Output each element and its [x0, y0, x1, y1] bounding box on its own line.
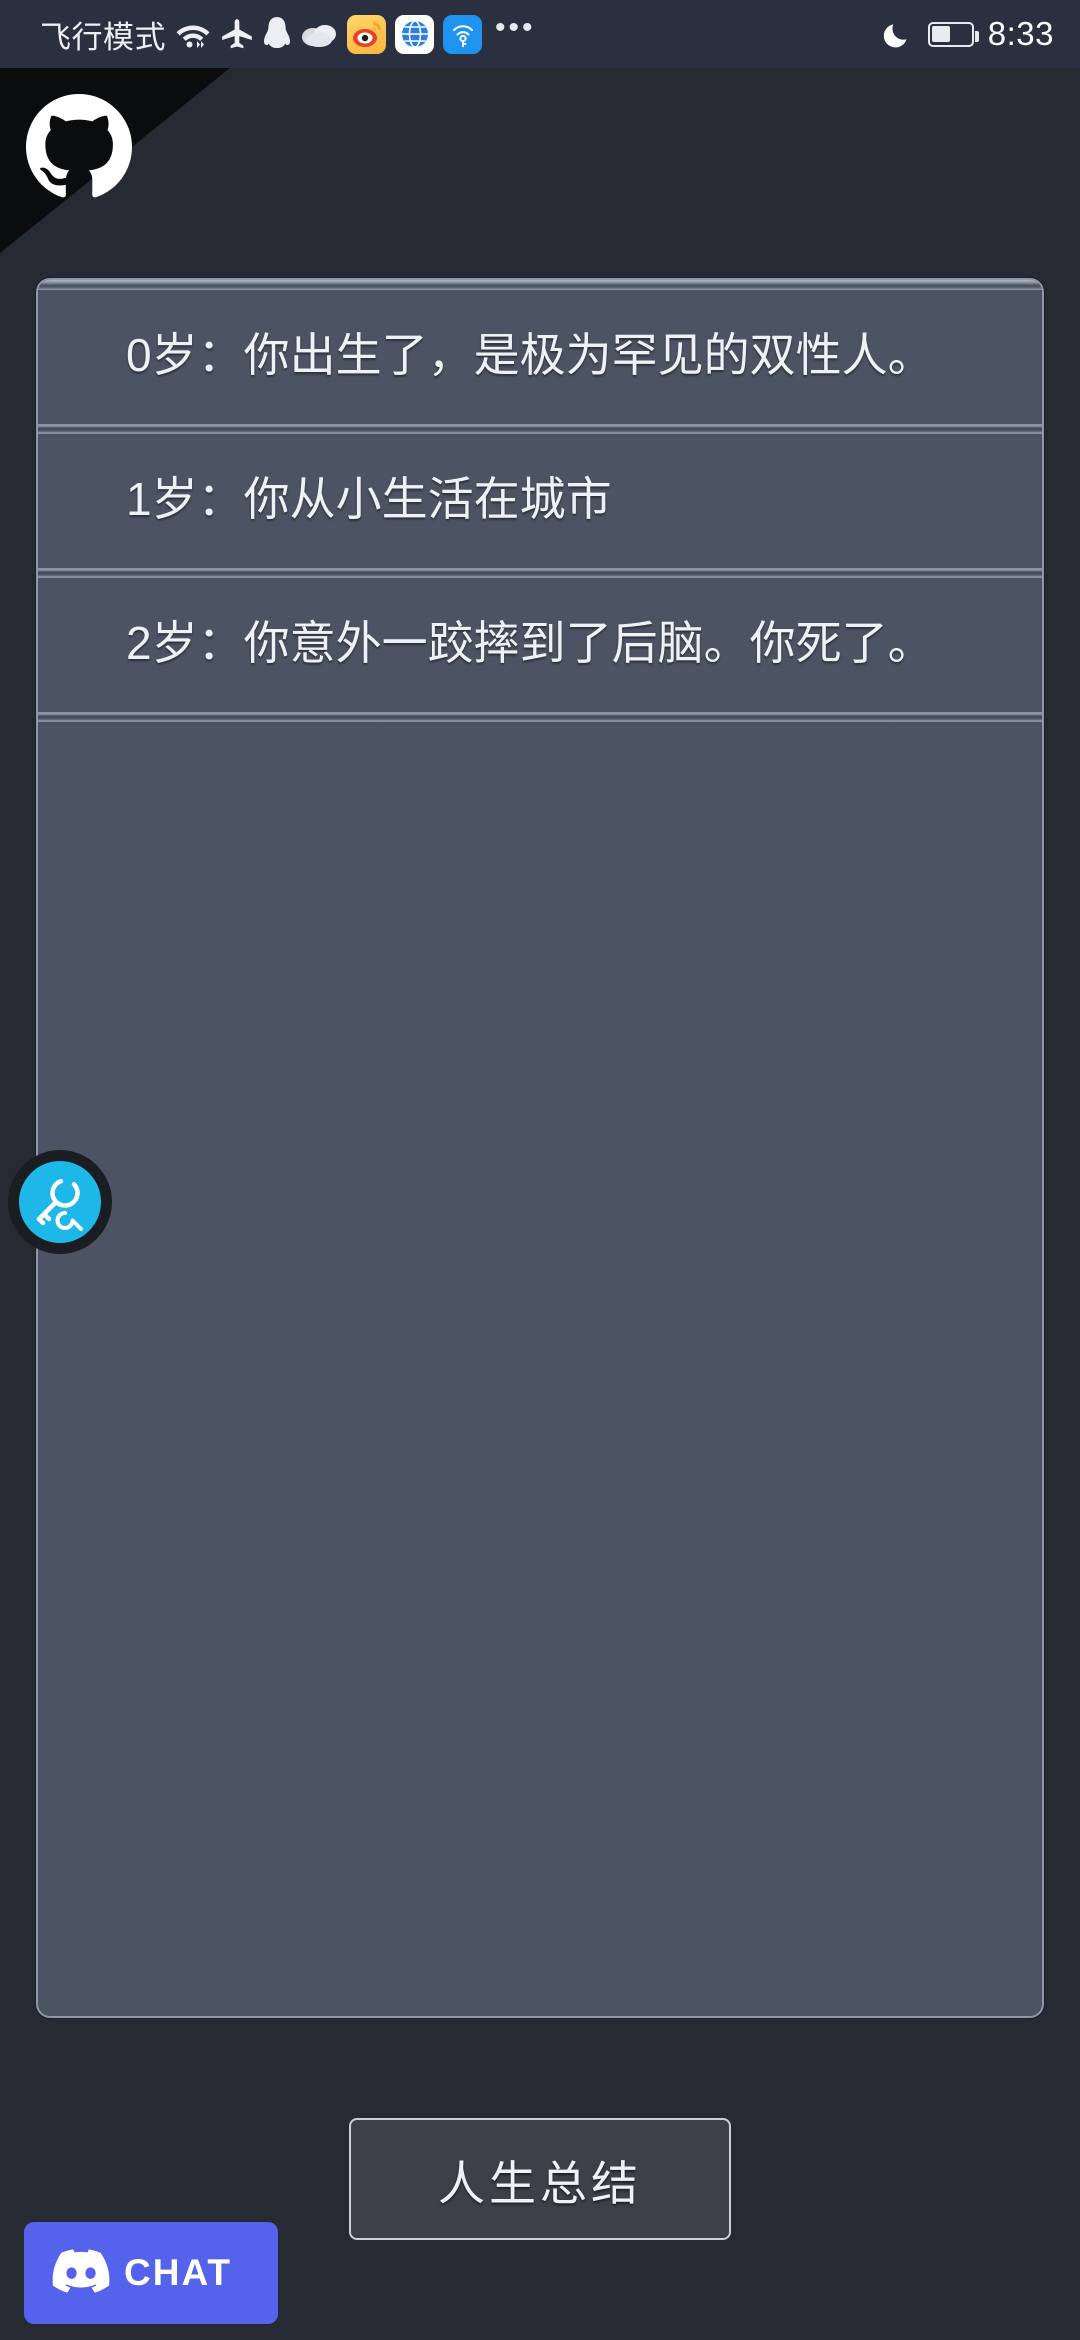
key-fab-button[interactable] [8, 1150, 112, 1254]
list-separator [38, 568, 1042, 578]
discord-chat-button[interactable]: CHAT [24, 2222, 278, 2324]
life-event-text-1: 1岁：你从小生活在城市 [126, 460, 1008, 538]
list-item[interactable]: 2岁：你意外一跤摔到了后脑。你死了。 [38, 578, 1042, 712]
github-corner-link[interactable] [0, 68, 230, 253]
github-octocat-icon [26, 94, 132, 205]
discord-chat-label: CHAT [124, 2252, 233, 2293]
list-item[interactable]: 1岁：你从小生活在城市 [38, 434, 1042, 568]
life-event-age-1: 1岁： [126, 473, 244, 525]
airplane-mode-label: 飞行模式 [40, 19, 166, 55]
life-log-list: 0岁：你出生了，是极为罕见的双性人。 1岁：你从小生活在城市 2岁：你意外一跤摔… [38, 280, 1042, 2016]
life-summary-button[interactable]: 人生总结 [349, 2118, 731, 2240]
life-event-body-2: 你意外一跤摔到了后脑。你死了。 [243, 617, 934, 669]
clock-label: 8:33 [987, 15, 1054, 52]
weibo-app-icon [347, 14, 386, 54]
cloud-icon [300, 20, 338, 48]
browser-globe-app-icon [395, 14, 434, 54]
status-bar: 飞行模式 ••• 8:33 [0, 0, 1080, 68]
wifi-key-app-icon [443, 14, 482, 54]
app-root: 飞行模式 ••• 8:33 0岁：你出生了，是极为罕见的双性人。 1岁：你从小生… [0, 0, 1080, 2340]
life-event-body-1: 你从小生活在城市 [243, 473, 612, 525]
life-event-body-0: 你出生了，是极为罕见的双性人。 [243, 329, 934, 381]
life-event-text-0: 0岁：你出生了，是极为罕见的双性人。 [126, 316, 1008, 394]
airplane-icon [220, 17, 254, 51]
list-separator [38, 280, 1042, 290]
list-separator [38, 712, 1042, 722]
status-overflow-dots: ••• [495, 11, 536, 44]
life-event-text-2: 2岁：你意外一跤摔到了后脑。你死了。 [126, 604, 1008, 682]
life-event-age-2: 2岁： [126, 617, 244, 669]
life-event-age-0: 0岁： [126, 329, 244, 381]
life-summary-button-label: 人生总结 [438, 2156, 642, 2210]
qq-penguin-icon [263, 16, 291, 52]
list-item[interactable]: 0岁：你出生了，是极为罕见的双性人。 [38, 290, 1042, 424]
list-separator [38, 424, 1042, 434]
life-log-panel[interactable]: 0岁：你出生了，是极为罕见的双性人。 1岁：你从小生活在城市 2岁：你意外一跤摔… [36, 278, 1044, 2018]
wifi-icon [175, 19, 211, 49]
key-icon [36, 1178, 83, 1231]
battery-icon [927, 21, 979, 47]
do-not-disturb-moon-icon [882, 18, 914, 50]
status-bar-left: 飞行模式 ••• [40, 11, 882, 57]
discord-icon [52, 2248, 110, 2298]
status-bar-right: 8:33 [882, 15, 1054, 53]
key-fab-disc [19, 1161, 101, 1243]
